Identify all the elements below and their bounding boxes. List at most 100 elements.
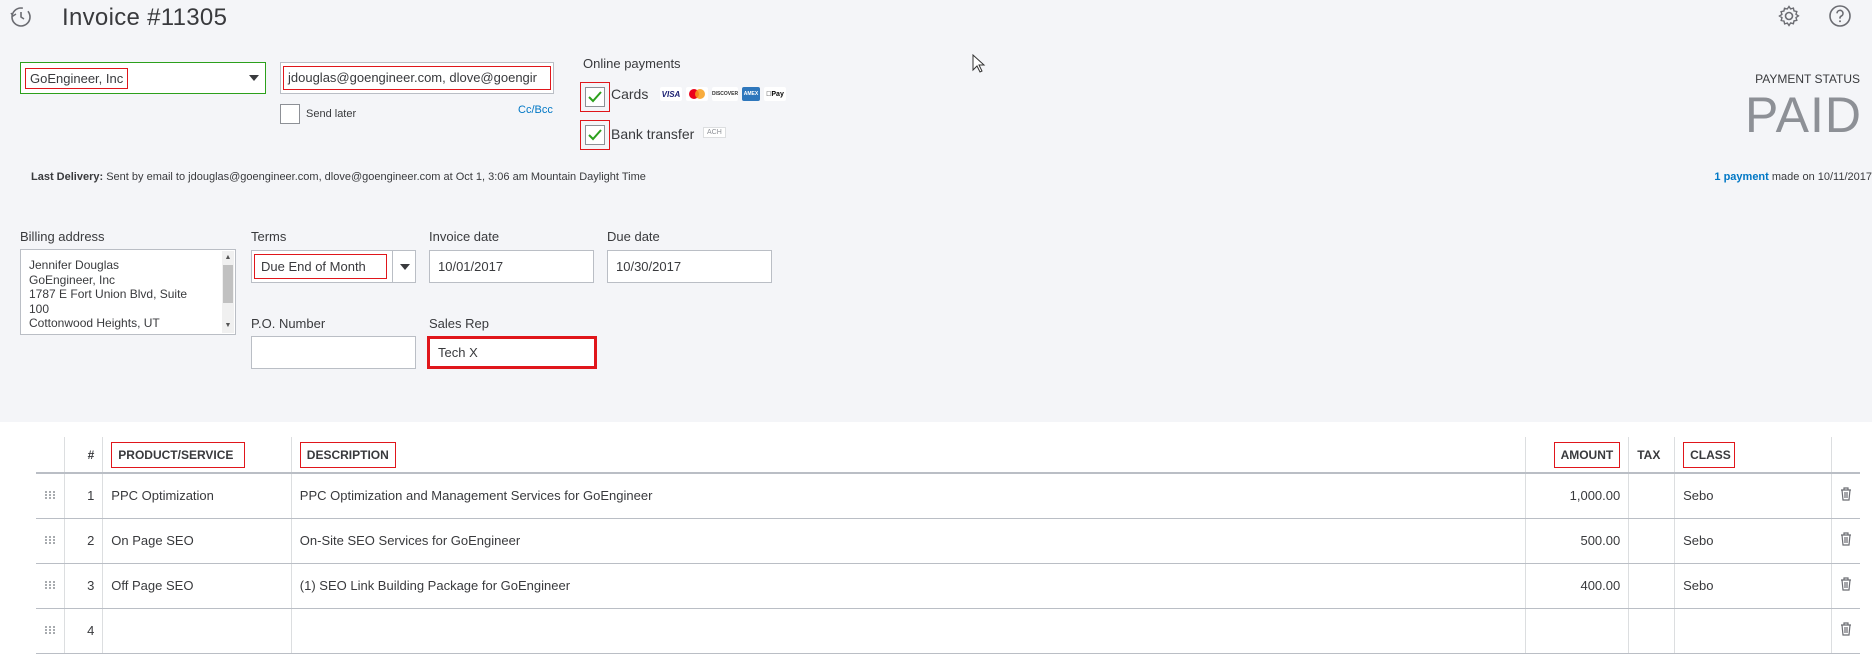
- invoice-date-input[interactable]: 10/01/2017: [429, 250, 594, 283]
- po-number-label: P.O. Number: [251, 316, 326, 331]
- table-row[interactable]: 4: [36, 608, 1860, 654]
- class-cell[interactable]: Sebo: [1674, 518, 1832, 564]
- due-date-input[interactable]: 10/30/2017: [607, 250, 772, 283]
- description-cell[interactable]: PPC Optimization and Management Services…: [291, 473, 1526, 519]
- description-cell[interactable]: [291, 608, 1526, 654]
- gear-icon[interactable]: [1776, 3, 1802, 29]
- cc-bcc-link[interactable]: Cc/Bcc: [518, 104, 553, 116]
- payment-status-label: PAYMENT STATUS: [1755, 72, 1860, 86]
- payment-status-value: PAID: [1745, 87, 1862, 143]
- col-num: #: [64, 437, 104, 474]
- amount-cell[interactable]: 500.00: [1525, 518, 1630, 564]
- amount-header: AMOUNT: [1553, 441, 1621, 468]
- billing-scrollbar[interactable]: ▲ ▼: [222, 251, 234, 333]
- amount-cell[interactable]: 400.00: [1525, 563, 1630, 609]
- table-row[interactable]: 3 Off Page SEO (1) SEO Link Building Pac…: [36, 563, 1860, 609]
- last-delivery-text: Sent by email to jdouglas@goengineer.com…: [106, 171, 646, 183]
- tax-cell[interactable]: [1628, 563, 1676, 609]
- table-row[interactable]: 2 On Page SEO On-Site SEO Services for G…: [36, 518, 1860, 564]
- row-num: 3: [64, 563, 104, 609]
- scroll-thumb[interactable]: [223, 265, 233, 303]
- table-header-row: # PRODUCT/SERVICE DESCRIPTION AMOUNT TAX…: [36, 437, 1860, 474]
- email-input[interactable]: jdouglas@goengineer.com, dlove@goengir: [280, 62, 554, 94]
- recent-transactions-icon[interactable]: [8, 4, 34, 30]
- trash-icon[interactable]: [1831, 473, 1860, 519]
- amount-cell[interactable]: [1525, 608, 1630, 654]
- email-value: jdouglas@goengineer.com, dlove@goengir: [283, 66, 551, 90]
- product-cell[interactable]: [102, 608, 292, 654]
- card-brand-logos: VISA DISCOVER AMEX Pay: [660, 87, 786, 101]
- send-later-checkbox[interactable]: [280, 104, 300, 124]
- chevron-down-icon[interactable]: [392, 251, 416, 282]
- billing-address-textarea[interactable]: Jennifer Douglas GoEngineer, Inc 1787 E …: [20, 249, 236, 335]
- invoice-date-label: Invoice date: [429, 229, 500, 244]
- payment-link[interactable]: 1 payment: [1714, 171, 1768, 183]
- tax-cell[interactable]: [1628, 473, 1676, 519]
- class-cell[interactable]: [1674, 608, 1832, 654]
- drag-handle-icon[interactable]: [36, 518, 66, 564]
- help-icon[interactable]: [1827, 3, 1853, 29]
- bank-transfer-checkbox[interactable]: [585, 125, 605, 145]
- class-cell[interactable]: Sebo: [1674, 473, 1832, 519]
- bank-transfer-label: Bank transfer: [611, 126, 695, 142]
- tax-cell[interactable]: [1628, 518, 1676, 564]
- scroll-down-icon[interactable]: ▼: [222, 319, 234, 334]
- billing-line: Cottonwood Heights, UT: [29, 316, 160, 330]
- amount-cell[interactable]: 1,000.00: [1525, 473, 1630, 519]
- terms-select[interactable]: Due End of Month: [251, 250, 416, 283]
- ach-icon: ACH: [703, 127, 726, 138]
- due-date-label: Due date: [607, 229, 660, 244]
- customer-value: GoEngineer, Inc: [25, 68, 129, 89]
- row-num: 1: [64, 473, 104, 519]
- description-cell[interactable]: On-Site SEO Services for GoEngineer: [291, 518, 1526, 564]
- sales-rep-input[interactable]: Tech X: [427, 336, 597, 369]
- billing-address-label: Billing address: [20, 229, 105, 244]
- apple-pay-icon: Pay: [764, 87, 786, 101]
- product-cell[interactable]: Off Page SEO: [102, 563, 292, 609]
- billing-line: 1787 E Fort Union Blvd, Suite: [29, 287, 188, 301]
- po-number-input[interactable]: [251, 336, 416, 369]
- description-header: DESCRIPTION: [299, 441, 396, 468]
- class-cell[interactable]: Sebo: [1674, 563, 1832, 609]
- payment-summary: 1 payment made on 10/11/2017: [1714, 171, 1872, 183]
- billing-line: Jennifer Douglas: [29, 258, 120, 272]
- col-amount: AMOUNT: [1525, 437, 1630, 474]
- row-num: 2: [64, 518, 104, 564]
- scroll-up-icon[interactable]: ▲: [222, 251, 234, 266]
- visa-icon: VISA: [660, 87, 682, 101]
- product-cell[interactable]: PPC Optimization: [102, 473, 292, 519]
- col-product-service: PRODUCT/SERVICE: [102, 437, 292, 474]
- mouse-cursor-icon: [972, 53, 986, 79]
- terms-label: Terms: [251, 229, 287, 244]
- billing-line: 100: [29, 301, 50, 316]
- product-header: PRODUCT/SERVICE: [111, 441, 246, 468]
- customer-select[interactable]: GoEngineer, Inc: [20, 62, 266, 94]
- drag-handle-icon[interactable]: [36, 563, 66, 609]
- class-header: CLASS: [1683, 441, 1736, 468]
- send-later-label: Send later: [306, 108, 357, 120]
- chevron-down-icon[interactable]: [241, 63, 266, 93]
- line-items-table: # PRODUCT/SERVICE DESCRIPTION AMOUNT TAX…: [36, 437, 1860, 654]
- col-description: DESCRIPTION: [291, 437, 1526, 474]
- trash-icon[interactable]: [1831, 563, 1860, 609]
- payment-made-on: made on 10/11/2017: [1771, 171, 1872, 183]
- drag-handle-icon[interactable]: [36, 608, 66, 654]
- tax-cell[interactable]: [1628, 608, 1676, 654]
- last-delivery: Last Delivery: Sent by email to jdouglas…: [31, 171, 646, 183]
- trash-icon[interactable]: [1831, 518, 1860, 564]
- table-row[interactable]: 1 PPC Optimization PPC Optimization and …: [36, 473, 1860, 519]
- trash-icon[interactable]: [1831, 608, 1860, 654]
- col-class: CLASS: [1674, 437, 1832, 474]
- product-cell[interactable]: On Page SEO: [102, 518, 292, 564]
- terms-value: Due End of Month: [254, 254, 387, 279]
- description-cell[interactable]: (1) SEO Link Building Package for GoEngi…: [291, 563, 1526, 609]
- cards-checkbox[interactable]: [585, 87, 605, 107]
- mastercard-icon: [686, 87, 708, 101]
- check-icon: [588, 91, 602, 103]
- discover-icon: DISCOVER: [712, 87, 738, 101]
- page-title: Invoice #11305: [62, 4, 228, 31]
- drag-handle-icon[interactable]: [36, 473, 66, 519]
- drag-header: [36, 437, 66, 474]
- sales-rep-label: Sales Rep: [429, 316, 489, 331]
- row-num: 4: [64, 608, 104, 654]
